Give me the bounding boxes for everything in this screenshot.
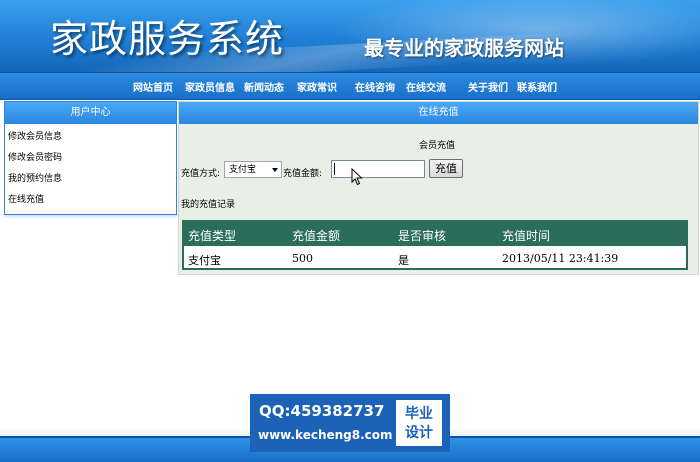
watermark-url: www.kecheng8.com	[258, 428, 393, 442]
watermark-qq: QQ:459382737	[259, 402, 385, 420]
sidebar-title: 用户中心	[5, 102, 176, 124]
payment-method-value: 支付宝	[229, 165, 257, 175]
nav-consult[interactable]: 在线咨询	[355, 79, 395, 94]
cell-approved: 是	[398, 254, 409, 267]
recharge-panel: 在线充值 会员充值 充值方式: 支付宝 充值金额: 充值 我的充值记录 充值类型…	[178, 101, 699, 275]
recharge-button[interactable]: 充值	[429, 159, 463, 178]
sidebar-item-my-bookings[interactable]: 我的预约信息	[8, 172, 176, 187]
cell-amount: 500	[292, 252, 313, 265]
top-nav: 网站首页 家政员信息 新闻动态 家政常识 在线咨询 在线交流 关于我们 联系我们	[0, 72, 700, 100]
sidebar-shadow	[4, 215, 177, 219]
column-header-approved: 是否审核	[398, 229, 447, 243]
watermark-badge-line1: 毕业	[405, 406, 433, 422]
cell-type: 支付宝	[188, 254, 221, 267]
payment-method-select[interactable]: 支付宝	[224, 161, 282, 178]
nav-home[interactable]: 网站首页	[133, 79, 173, 94]
nav-chat[interactable]: 在线交流	[406, 79, 446, 94]
amount-input[interactable]	[331, 160, 425, 178]
recharge-subtitle: 会员充值	[419, 141, 456, 151]
sidebar-item-edit-profile[interactable]: 修改会员信息	[8, 130, 176, 145]
watermark-badge-line2: 设计	[405, 425, 433, 441]
site-slogan: 最专业的家政服务网站	[364, 36, 564, 60]
sidebar-item-edit-password[interactable]: 修改会员密码	[8, 151, 176, 166]
recharge-records-table: 充值类型 充值金额 是否审核 充值时间 支付宝 500 是 2013/05/11…	[182, 220, 688, 270]
column-header-type: 充值类型	[188, 229, 237, 243]
payment-method-label: 充值方式:	[181, 169, 221, 179]
table-row: 支付宝 500 是 2013/05/11 23:41:39	[184, 246, 686, 270]
nav-tips[interactable]: 家政常识	[297, 79, 337, 94]
site-banner: 家政服务系统 最专业的家政服务网站	[0, 0, 700, 72]
nav-about[interactable]: 关于我们	[468, 79, 508, 94]
watermark-badge: 毕业 设计	[394, 398, 444, 448]
dropdown-arrow-icon	[272, 168, 278, 172]
sidebar-item-recharge[interactable]: 在线充值	[8, 193, 176, 208]
recharge-panel-title: 在线充值	[179, 102, 698, 124]
watermark-overlay: QQ:459382737 www.kecheng8.com 毕业 设计	[250, 394, 450, 452]
cell-time: 2013/05/11 23:41:39	[502, 252, 619, 265]
column-header-amount: 充值金额	[292, 229, 341, 243]
table-header: 充值类型 充值金额 是否审核 充值时间	[184, 222, 686, 246]
site-title: 家政服务系统	[50, 17, 285, 61]
amount-label: 充值金额:	[283, 169, 323, 179]
mouse-pointer-icon	[351, 168, 363, 186]
nav-contact[interactable]: 联系我们	[517, 79, 557, 94]
records-label: 我的充值记录	[181, 200, 236, 210]
user-center-panel: 用户中心 修改会员信息 修改会员密码 我的预约信息 在线充值	[4, 101, 177, 215]
text-caret	[334, 163, 335, 175]
nav-news[interactable]: 新闻动态	[244, 79, 284, 94]
nav-housekeepers[interactable]: 家政员信息	[185, 79, 235, 94]
column-header-time: 充值时间	[502, 229, 551, 243]
